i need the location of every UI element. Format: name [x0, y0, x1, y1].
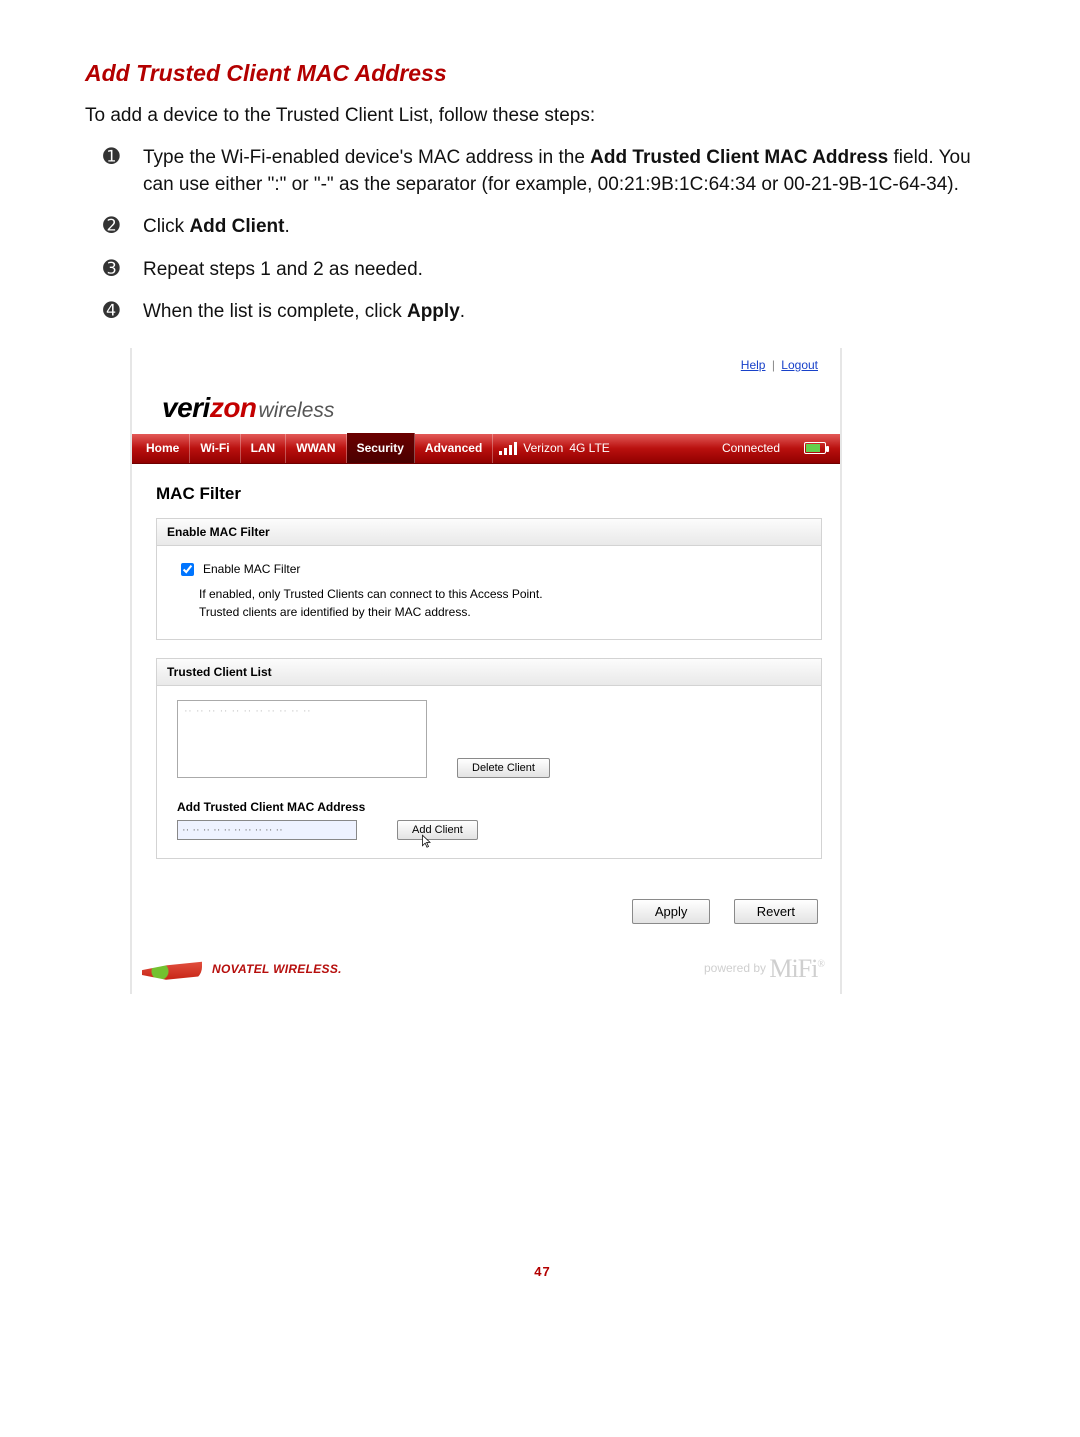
step-marker-2: ➋	[103, 212, 120, 240]
step-2-bold: Add Client	[189, 216, 284, 237]
step-2-text-a: Click	[143, 216, 189, 237]
footer: NOVATEL WIRELESS. powered by MiFi®	[132, 948, 840, 994]
step-3-text: Repeat steps 1 and 2 as needed.	[143, 259, 423, 280]
nav-security[interactable]: Security	[347, 433, 415, 463]
brand-veri: veri	[162, 392, 210, 423]
signal-bars-icon	[499, 441, 517, 455]
step-4-bold: Apply	[407, 301, 460, 322]
step-4-text-b: .	[460, 301, 465, 322]
embedded-screenshot: Help | Logout verizonwireless Home Wi-Fi…	[130, 348, 842, 994]
group-trusted-client-list: Trusted Client List ·· ·· ·· ·· ·· ·· ··…	[156, 658, 822, 859]
page-number: 47	[85, 994, 1000, 1279]
tech-label: 4G LTE	[569, 441, 609, 455]
battery-icon	[804, 442, 826, 454]
apply-button[interactable]: Apply	[632, 899, 711, 924]
intro-text: To add a device to the Trusted Client Li…	[85, 105, 1000, 127]
enable-mac-filter-label: Enable MAC Filter	[203, 562, 300, 576]
trademark-icon: ®	[817, 959, 824, 970]
nav-wwan[interactable]: WWAN	[286, 433, 346, 463]
brand-zon: zon	[210, 392, 257, 423]
step-3: ➌ Repeat steps 1 and 2 as needed.	[103, 257, 1000, 284]
novatel-text: NOVATEL WIRELESS.	[212, 962, 342, 976]
section-title: Add Trusted Client MAC Address	[85, 60, 1000, 87]
add-client-button[interactable]: Add Client	[397, 820, 478, 840]
carrier-label: Verizon	[523, 441, 563, 455]
step-1-text-a: Type the Wi-Fi-enabled device's MAC addr…	[143, 147, 590, 168]
step-1: ➊ Type the Wi-Fi-enabled device's MAC ad…	[103, 145, 1000, 198]
step-list: ➊ Type the Wi-Fi-enabled device's MAC ad…	[85, 145, 1000, 326]
step-2: ➋ Click Add Client.	[103, 214, 1000, 241]
separator: |	[772, 358, 775, 372]
signal-status: Verizon 4G LTE	[499, 441, 610, 455]
step-2-text-b: .	[284, 216, 289, 237]
top-links: Help | Logout	[132, 348, 840, 372]
nav-advanced[interactable]: Advanced	[415, 433, 493, 463]
nav-home[interactable]: Home	[132, 433, 190, 463]
step-1-bold: Add Trusted Client MAC Address	[590, 147, 888, 168]
trusted-client-listbox[interactable]: ·· ·· ·· ·· ·· ·· ·· ·· ·· ·· ··	[177, 700, 427, 778]
brand-wireless: wireless	[259, 399, 335, 422]
step-4-text-a: When the list is complete, click	[143, 301, 407, 322]
step-marker-3: ➌	[103, 255, 120, 283]
enable-mac-filter-checkbox[interactable]	[181, 563, 194, 576]
panel-title: MAC Filter	[156, 484, 822, 504]
group1-header: Enable MAC Filter	[157, 519, 821, 546]
hint-line-1: If enabled, only Trusted Clients can con…	[199, 587, 543, 601]
nav-wifi[interactable]: Wi-Fi	[190, 433, 240, 463]
mifi-logo: MiFi®	[769, 954, 824, 983]
novatel-badge: NOVATEL WIRELESS.	[142, 957, 342, 981]
brand-logo: verizonwireless	[132, 372, 840, 434]
nav-lan[interactable]: LAN	[241, 433, 287, 463]
mac-address-input[interactable]	[177, 820, 357, 840]
step-4: ➍ When the list is complete, click Apply…	[103, 299, 1000, 326]
revert-button[interactable]: Revert	[734, 899, 818, 924]
nav-bar: Home Wi-Fi LAN WWAN Security Advanced Ve…	[132, 434, 840, 464]
novatel-swoosh-icon	[142, 957, 202, 981]
powered-label: powered by	[704, 961, 766, 975]
step-marker-4: ➍	[103, 297, 120, 325]
delete-client-button[interactable]: Delete Client	[457, 758, 550, 778]
mac-filter-hint: If enabled, only Trusted Clients can con…	[199, 585, 807, 621]
logout-link[interactable]: Logout	[781, 358, 818, 372]
group-enable-mac-filter: Enable MAC Filter Enable MAC Filter If e…	[156, 518, 822, 640]
powered-by: powered by MiFi®	[704, 954, 824, 984]
help-link[interactable]: Help	[741, 358, 766, 372]
connection-status: Connected	[722, 441, 780, 455]
panel: MAC Filter Enable MAC Filter Enable MAC …	[132, 464, 840, 883]
step-marker-1: ➊	[103, 143, 120, 171]
hint-line-2: Trusted clients are identified by their …	[199, 605, 471, 619]
cursor-icon	[421, 834, 433, 850]
group2-header: Trusted Client List	[157, 659, 821, 686]
apply-revert-row: Apply Revert	[132, 883, 840, 948]
add-mac-label: Add Trusted Client MAC Address	[177, 800, 807, 814]
